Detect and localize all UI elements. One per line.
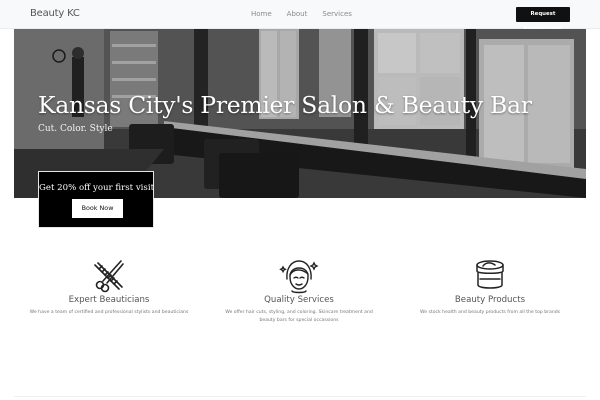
feature-description: We offer hair cuts, styling, and colorin… bbox=[225, 310, 373, 323]
cream-jar-icon bbox=[476, 260, 504, 289]
hero-title: Kansas City's Premier Salon & Beauty Bar bbox=[38, 91, 532, 119]
offer-text: Get 20% off your first visit bbox=[39, 183, 155, 193]
feature-expert-beauticians: Expert Beauticians We have a team of cer… bbox=[29, 255, 189, 317]
feature-quality-services: Quality Services We offer hair cuts, sty… bbox=[219, 255, 379, 325]
scissors-comb-icon bbox=[94, 260, 124, 293]
feature-title: Expert Beauticians bbox=[68, 295, 150, 305]
nav-link-about[interactable]: About bbox=[287, 10, 308, 18]
feature-description: We have a team of certified and professi… bbox=[29, 310, 189, 315]
nav-link-home[interactable]: Home bbox=[251, 10, 272, 18]
nav-links: Home About Services bbox=[251, 10, 367, 18]
feature-title: Quality Services bbox=[264, 295, 334, 305]
woman-face-sparkle-icon bbox=[279, 260, 319, 294]
book-now-button[interactable]: Book Now bbox=[72, 199, 123, 218]
hero-subtitle: Cut. Color. Style bbox=[38, 124, 113, 134]
feature-beauty-products: Beauty Products We stock health and beau… bbox=[410, 255, 570, 317]
footer-divider bbox=[14, 396, 586, 397]
feature-description: We stock health and beauty products from… bbox=[419, 310, 561, 315]
offer-box: Get 20% off your first visit Book Now bbox=[38, 171, 154, 228]
request-appointment-button[interactable]: Request Appointment bbox=[516, 7, 570, 32]
feature-title: Beauty Products bbox=[454, 295, 526, 305]
brand-logo[interactable]: Beauty KC bbox=[30, 8, 80, 19]
navbar: Beauty KC Home About Services Request Ap… bbox=[0, 0, 600, 32]
nav-link-services[interactable]: Services bbox=[322, 10, 352, 18]
